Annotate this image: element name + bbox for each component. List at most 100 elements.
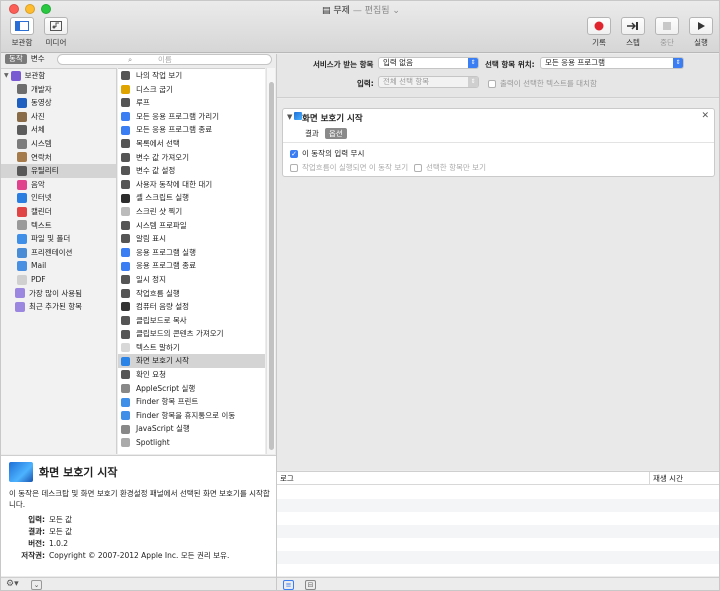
disclosure-triangle-icon[interactable]: ▼ [4, 69, 9, 83]
library-toggle-button[interactable]: 보관함 [7, 17, 37, 48]
library-item[interactable]: 가장 많이 사용됨 [1, 287, 116, 301]
action-item[interactable]: 변수 값 설정 [118, 164, 265, 178]
library-item[interactable]: Mail [1, 259, 116, 273]
service-receives-label: 서비스가 받는 항목 [313, 60, 374, 69]
stop-button[interactable]: 중단 [654, 17, 680, 48]
duration-column-header[interactable]: 재생 시간 [653, 472, 683, 485]
action-item[interactable]: 루프 [118, 96, 265, 110]
action-item[interactable]: 일시 정지 [118, 273, 265, 287]
variable-icon [121, 152, 130, 162]
service-receives-select[interactable]: 입력 없음 ⇕ [378, 57, 479, 69]
action-item[interactable]: 변수 값 가져오기 [118, 151, 265, 165]
library-item[interactable]: 유틸리티 [1, 164, 116, 178]
actions-list: 나의 작업 보기디스크 굽기 루프 모든 응용 프로그램 가리기 모든 응용 프로그램… [118, 68, 265, 454]
library-item[interactable]: 인터넷 [1, 191, 116, 205]
search-icon: ⌕ [128, 55, 133, 64]
library-item[interactable]: 서체 [1, 123, 116, 137]
action-item[interactable]: 사용자 동작에 대한 대기 [118, 178, 265, 192]
media-button[interactable]: 미디어 [41, 17, 71, 48]
contacts-icon [17, 152, 27, 163]
log-column-header[interactable]: 로그 [280, 472, 294, 485]
action-item[interactable]: 클립보드로 복사 [118, 314, 265, 328]
replace-text-label: 출력이 선택한 텍스트를 대치함 [500, 79, 597, 88]
window-title[interactable]: ▤ 무제 — 편집됨 ⌄ [1, 3, 719, 16]
action-item[interactable]: 컴퓨터 음량 설정 [118, 300, 265, 314]
action-item[interactable]: 셸 스크립트 실행 [118, 191, 265, 205]
action-item[interactable]: 스크린 샷 찍기 [118, 205, 265, 219]
workflow-canvas[interactable]: ▼ 화면 보호기 시작 ✕ 결과 옵션 ✓ 이 동작의 입력 무시 작업흐름이 실… [277, 99, 719, 470]
library-item[interactable]: ▼ 보관함 [1, 69, 116, 83]
step-button[interactable]: 스텝 [620, 17, 646, 48]
library-item[interactable]: 음악 [1, 178, 116, 192]
library-item[interactable]: 동영상 [1, 96, 116, 110]
action-item[interactable]: AppleScript 실행 [118, 382, 265, 396]
search-input[interactable]: ⌕ 이름 [57, 54, 272, 65]
description-toggle-icon[interactable]: ⌄ [31, 580, 42, 590]
meta-copyright-value: Copyright © 2007-2012 Apple Inc. 모든 권리 보… [49, 551, 230, 560]
quit-apps-icon [121, 125, 130, 135]
meta-input-value: 모든 값 [49, 515, 73, 524]
action-item[interactable]: JavaScript 실행 [118, 422, 265, 436]
action-item[interactable]: 확인 요청 [118, 368, 265, 382]
action-item[interactable]: 화면 보호기 시작 [118, 354, 265, 369]
split-view-icon[interactable]: ⊟ [305, 580, 316, 590]
action-card[interactable]: ▼ 화면 보호기 시작 ✕ 결과 옵션 ✓ 이 동작의 입력 무시 작업흐름이 실… [282, 108, 715, 177]
action-item[interactable]: 알림 표시 [118, 232, 265, 246]
action-item[interactable]: 클립보드의 콘텐츠 가져오기 [118, 327, 265, 341]
action-item[interactable]: Spotlight [118, 436, 265, 450]
scroll-thumb[interactable] [269, 82, 274, 450]
tab-variables[interactable]: 변수 [27, 54, 49, 64]
library-item[interactable]: 파일 및 폴더 [1, 232, 116, 246]
ignore-input-checkbox[interactable]: ✓ 이 동작의 입력 무시 [290, 148, 364, 159]
show-on-run-checkbox[interactable]: 작업흐름이 실행되면 이 동작 보기 [290, 162, 408, 173]
action-item-label: 목록에서 선택 [136, 138, 180, 148]
step-icon [621, 17, 645, 35]
library-item-label: 서체 [31, 125, 45, 135]
disclosure-triangle-icon[interactable]: ▼ [287, 113, 292, 121]
ignore-input-label: 이 동작의 입력 무시 [302, 149, 365, 158]
action-item[interactable]: 응용 프로그램 종료 [118, 259, 265, 273]
library-item[interactable]: 시스템 [1, 137, 116, 151]
action-item[interactable]: Finder 항목 프린트 [118, 395, 265, 409]
action-item[interactable]: 모든 응용 프로그램 가리기 [118, 110, 265, 124]
replace-text-checkbox[interactable]: 출력이 선택한 텍스트를 대치함 [488, 78, 597, 89]
action-item[interactable]: 나의 작업 보기 [118, 69, 265, 83]
library-item[interactable]: 최근 추가된 항목 [1, 300, 116, 314]
action-item[interactable]: 텍스트 말하기 [118, 341, 265, 355]
library-item[interactable]: 개발자 [1, 83, 116, 97]
location-select[interactable]: 모든 응용 프로그램 ⇕ [540, 57, 684, 69]
action-item[interactable]: 응용 프로그램 실행 [118, 246, 265, 260]
log-row [277, 499, 719, 512]
record-button[interactable]: 기록 [586, 17, 612, 48]
library-item[interactable]: 사진 [1, 110, 116, 124]
library-item[interactable]: 캘린더 [1, 205, 116, 219]
hide-apps-icon [121, 112, 130, 122]
finder-icon [121, 411, 130, 421]
action-item[interactable]: 시스템 프로파일 [118, 219, 265, 233]
library-item[interactable]: 텍스트 [1, 219, 116, 233]
tab-actions[interactable]: 동작 [5, 54, 27, 64]
action-item[interactable]: 작업흐름 실행 [118, 287, 265, 301]
tab-options[interactable]: 옵션 [324, 128, 347, 139]
action-item[interactable]: 모든 응용 프로그램 종료 [118, 123, 265, 137]
actions-scrollbar[interactable] [266, 68, 275, 454]
action-item-label: 나의 작업 보기 [136, 71, 183, 80]
library-item[interactable]: 연락처 [1, 151, 116, 165]
action-item[interactable]: Finder 항목을 휴지통으로 이동 [118, 409, 265, 423]
meta-input-key: 입력: [28, 515, 45, 524]
action-item-label: 사용자 동작에 대한 대기 [136, 179, 213, 189]
input-select[interactable]: 전체 선택 항목 ⇕ [378, 76, 479, 88]
gear-icon[interactable]: ⚙▾ [6, 579, 19, 589]
action-item-label: 응용 프로그램 종료 [136, 261, 196, 271]
tab-results[interactable]: 결과 [305, 128, 319, 139]
run-button[interactable]: 실행 [688, 17, 714, 48]
close-icon[interactable]: ✕ [701, 111, 709, 121]
library-item[interactable]: 프리젠테이션 [1, 246, 116, 260]
action-item[interactable]: 디스크 굽기 [118, 83, 265, 97]
spotlight-icon [121, 438, 130, 448]
library-item[interactable]: PDF [1, 273, 116, 287]
list-view-icon[interactable]: ≡ [283, 580, 294, 590]
action-item[interactable]: 목록에서 선택 [118, 137, 265, 151]
library-item-label: 사진 [31, 111, 45, 121]
selected-only-checkbox[interactable]: 선택한 항목만 보기 [414, 162, 486, 173]
